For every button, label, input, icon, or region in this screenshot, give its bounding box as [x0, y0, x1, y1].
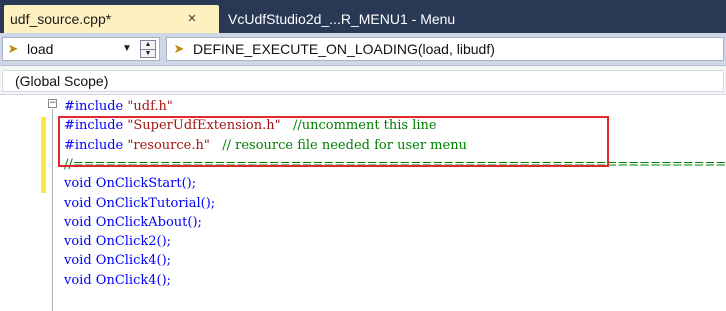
code-token: void	[64, 234, 96, 250]
code-editor[interactable]: − #include "udf.h" #include "SuperUdfExte…	[0, 95, 726, 311]
tab-label: udf_source.cpp*	[10, 11, 112, 27]
code-token: OnClickStart();	[95, 176, 197, 192]
definition-dropdown[interactable]: ➤ DEFINE_EXECUTE_ON_LOADING(load, libudf…	[166, 37, 724, 61]
code-token: OnClickTutorial();	[95, 195, 216, 211]
member-dropdown-value: load	[27, 41, 54, 57]
close-icon[interactable]: ×	[185, 5, 199, 33]
annotation-highlight-box	[58, 116, 609, 167]
chevron-down-icon[interactable]: ▼	[120, 38, 134, 60]
member-dropdown[interactable]: ➤ load ▼ ▲ ▼	[2, 37, 160, 61]
code-token: OnClick4();	[95, 272, 172, 288]
code-token: void	[64, 272, 96, 288]
code-token: void	[64, 214, 96, 230]
scope-dropdown[interactable]: (Global Scope)	[2, 70, 724, 92]
member-icon: ➤	[7, 41, 19, 56]
code-line[interactable]: void OnClickTutorial();	[64, 194, 215, 213]
change-indicator-bar	[41, 117, 46, 193]
tab-menu-resource[interactable]: VcUdfStudio2d_...R_MENU1 - Menu	[222, 5, 455, 33]
code-token: OnClick2();	[95, 234, 172, 250]
definition-dropdown-value: DEFINE_EXECUTE_ON_LOADING(load, libudf)	[193, 41, 495, 57]
split-view-button[interactable]: ▲ ▼	[140, 40, 156, 58]
code-token: #include	[64, 99, 128, 114]
code-token: OnClickAbout();	[95, 214, 202, 230]
scope-bar: (Global Scope)	[0, 66, 726, 95]
code-token: void	[64, 253, 96, 269]
member-icon: ➤	[173, 41, 185, 56]
outline-guide	[52, 109, 53, 311]
code-line[interactable]: #include "udf.h"	[64, 97, 173, 116]
scope-label: (Global Scope)	[15, 73, 109, 89]
document-tab-strip: udf_source.cpp* × VcUdfStudio2d_...R_MEN…	[0, 0, 726, 33]
collapse-icon[interactable]: −	[48, 99, 57, 108]
navigation-bar: ➤ load ▼ ▲ ▼ ➤ DEFINE_EXECUTE_ON_LOADING…	[0, 33, 726, 66]
code-token: void	[64, 195, 96, 211]
tab-label: VcUdfStudio2d_...R_MENU1 - Menu	[228, 11, 456, 27]
code-token: "udf.h"	[127, 99, 173, 114]
code-line[interactable]: void OnClick2();	[64, 232, 171, 251]
code-line[interactable]: void OnClickAbout();	[64, 213, 202, 232]
code-line[interactable]: void OnClick4();	[64, 251, 171, 270]
code-line[interactable]: void OnClickStart();	[64, 174, 196, 193]
tab-udf-source[interactable]: udf_source.cpp* ×	[4, 5, 219, 33]
code-line[interactable]: void OnClick4();	[64, 271, 171, 290]
code-token: OnClick4();	[95, 253, 172, 269]
arrow-up-icon: ▲	[144, 41, 152, 48]
arrow-down-icon: ▼	[141, 49, 155, 58]
code-token: void	[64, 176, 96, 192]
